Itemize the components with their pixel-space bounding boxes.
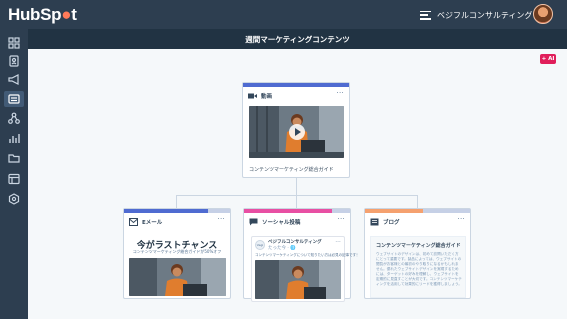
more-options-button[interactable]: ··· (336, 89, 344, 97)
card-accent-bar (124, 209, 208, 213)
card-label: ソーシャル投稿 (262, 220, 301, 226)
video-camera-icon (248, 93, 257, 99)
automation-icon[interactable] (4, 110, 24, 126)
social-post-preview: Vegi ベジフルコンサルティング たった今 · 🌐 ··· コンテンツマーケテ… (251, 236, 360, 302)
blog-card[interactable]: ブログ ··· コンテンツマーケティング総合ガイド ウェブサイトのデザインは、初… (364, 208, 471, 299)
connector-line (296, 178, 297, 195)
content-icon[interactable] (4, 91, 24, 107)
video-card[interactable]: 動画 ··· コンテンツマーケティング総合ガイド (242, 82, 350, 178)
play-icon[interactable] (288, 124, 305, 140)
post-time: たった今 · 🌐 (268, 245, 296, 251)
card-accent-bar (243, 83, 349, 87)
blog-preview: コンテンツマーケティング総合ガイド ウェブサイトのデザインは、初めて訪問いただく… (370, 236, 466, 298)
account-menu[interactable]: ベジフルコンサルティング ⌄ (420, 8, 543, 22)
account-name: ベジフルコンサルティング たった今 · 🌐 (268, 240, 322, 251)
sidebar (0, 29, 28, 319)
hubspot-logo[interactable]: HubSp●t (8, 5, 77, 25)
user-avatar[interactable] (533, 4, 553, 24)
video-thumbnail[interactable] (249, 106, 344, 158)
card-accent-bar-rest (208, 209, 230, 213)
files-folder-icon[interactable] (4, 150, 24, 166)
card-accent-bar-rest (332, 209, 350, 213)
ai-button[interactable]: + AI (540, 54, 556, 64)
email-icon (129, 218, 138, 226)
page-title-bar: 週間マーケティングコンテンツ (28, 29, 567, 49)
more-options-button[interactable]: ··· (457, 215, 465, 223)
video-caption: コンテンツマーケティング総合ガイド (249, 167, 334, 173)
menu-lines-icon (420, 10, 431, 20)
card-label: 動画 (261, 94, 273, 100)
account-name: ベジフルコンサルティング (437, 10, 533, 20)
card-header: ブログ (370, 217, 400, 227)
marketing-megaphone-icon[interactable] (4, 71, 24, 87)
card-header: ソーシャル投稿 (249, 217, 300, 227)
account-display-name: ベジフルコンサルティング (268, 240, 322, 245)
email-image (129, 258, 226, 296)
connector-line (417, 195, 418, 208)
top-navigation-bar: HubSp●t ベジフルコンサルティング ⌄ (0, 0, 567, 29)
blog-body: ウェブサイトのデザインは、初めて訪問いただく方にとって重要です。製品によっては、… (376, 252, 462, 286)
dashboard-icon[interactable] (4, 35, 24, 51)
social-post-card[interactable]: ソーシャル投稿 ··· Vegi ベジフルコンサルティング たった今 · 🌐 ·… (243, 208, 360, 302)
card-accent-bar (244, 209, 332, 213)
email-subheadline: コンテンツマーケティング総合ガイドが50%オフ (132, 249, 222, 254)
more-options-button[interactable]: ··· (217, 215, 225, 223)
library-icon[interactable] (4, 171, 24, 187)
card-label: Eメール (142, 220, 163, 226)
page-title: 週間マーケティングコンテンツ (245, 34, 350, 44)
card-label: ブログ (383, 220, 400, 226)
card-header: 動画 (248, 91, 272, 101)
post-more-icon: ··· (335, 239, 341, 245)
connector-line (176, 195, 177, 208)
logo-text-end: t (71, 5, 77, 24)
card-accent-bar-rest (423, 209, 470, 213)
contacts-icon[interactable] (4, 53, 24, 69)
chat-bubble-icon (249, 218, 258, 226)
connector-line (296, 195, 297, 208)
logo-text-start: HubSp (8, 5, 62, 24)
email-card[interactable]: Eメール ··· 今がラストチャンス コンテンツマーケティング総合ガイドが50%… (123, 208, 231, 299)
blog-title: コンテンツマーケティング総合ガイド (376, 243, 461, 249)
sprocket-icon: ● (61, 5, 72, 24)
account-avatar: Vegi (255, 240, 265, 250)
settings-icon[interactable] (4, 191, 24, 207)
reports-icon[interactable] (4, 130, 24, 146)
blog-icon (370, 218, 379, 226)
more-options-button[interactable]: ··· (337, 215, 345, 223)
post-image (255, 260, 341, 299)
card-header: Eメール (129, 217, 162, 227)
post-text: コンテンツマーケティングについて知りたい方は必見の記事です！ (255, 253, 360, 257)
card-accent-bar (365, 209, 423, 213)
